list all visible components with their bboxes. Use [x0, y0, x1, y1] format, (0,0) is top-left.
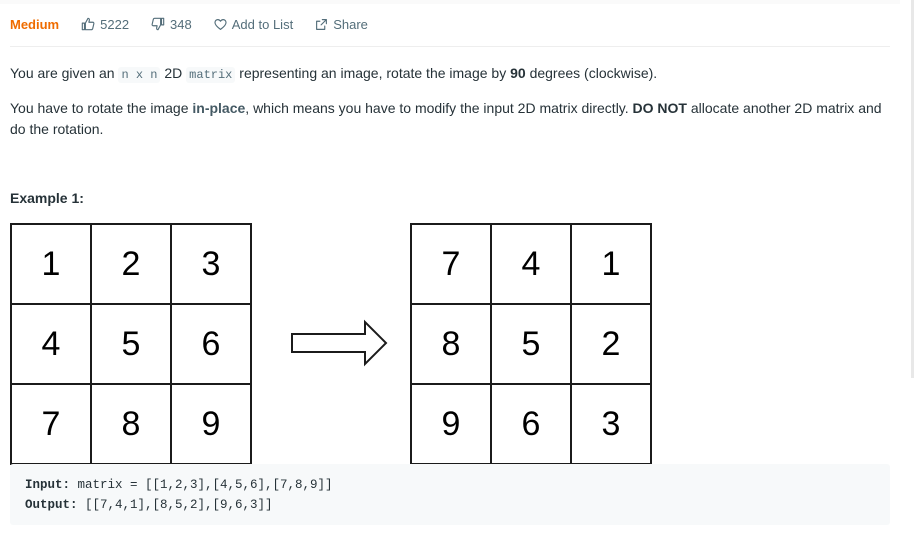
matrix-cell: 7 — [12, 385, 92, 465]
matrix-cell: 3 — [572, 385, 652, 465]
emphasis-90: 90 — [510, 65, 526, 81]
text: You have to rotate the image — [10, 100, 193, 116]
output-value: [[7,4,1],[8,5,2],[9,6,3]] — [77, 498, 273, 512]
likes-count: 5222 — [100, 16, 130, 32]
share-button[interactable]: Share — [315, 17, 368, 32]
matrix-row: 8 5 2 — [412, 305, 652, 385]
matrix-cell: 5 — [492, 305, 572, 385]
description-paragraph-2: You have to rotate the image in-place, w… — [10, 98, 890, 140]
share-label: Share — [333, 16, 368, 32]
dislike-button[interactable]: 348 — [151, 17, 192, 32]
matrix-row: 7 4 1 — [412, 225, 652, 305]
matrix-cell: 9 — [172, 385, 252, 465]
example-code-block: Input: matrix = [[1,2,3],[4,5,6],[7,8,9]… — [10, 464, 890, 525]
text: , which means you have to modify the inp… — [245, 100, 633, 116]
top-edge — [0, 0, 900, 4]
matrix-cell: 6 — [492, 385, 572, 465]
inline-code-matrix: matrix — [186, 67, 236, 83]
text: You are given an — [10, 65, 119, 81]
input-line: Input: matrix = [[1,2,3],[4,5,6],[7,8,9]… — [25, 478, 333, 492]
dislikes-count: 348 — [170, 16, 192, 32]
matrix-cell: 2 — [92, 225, 172, 305]
matrix-cell: 9 — [412, 385, 492, 465]
example-title: Example 1: — [10, 190, 84, 206]
matrix-cell: 4 — [12, 305, 92, 385]
matrix-row: 4 5 6 — [12, 305, 252, 385]
matrix-cell: 6 — [172, 305, 252, 385]
like-button[interactable]: 5222 — [81, 17, 129, 32]
matrix-cell: 8 — [92, 385, 172, 465]
difficulty-label: Medium — [10, 16, 60, 32]
add-to-list-label: Add to List — [231, 16, 294, 32]
matrix-row: 7 8 9 — [12, 385, 252, 465]
matrix-cell: 1 — [12, 225, 92, 305]
output-matrix-image: 7 4 1 8 5 2 9 6 3 — [410, 223, 652, 465]
description-paragraph-1: You are given an n x n 2D matrix represe… — [10, 63, 890, 86]
add-to-list-button[interactable]: Add to List — [214, 17, 293, 32]
matrix-cell: 5 — [92, 305, 172, 385]
in-place-link[interactable]: in-place — [192, 100, 245, 116]
thumbs-down-icon — [151, 17, 165, 31]
heart-icon — [214, 18, 227, 30]
right-arrow-icon — [291, 319, 388, 367]
problem-stats-bar: Medium 5222 348 Add to List Share — [10, 15, 390, 33]
input-matrix-image: 1 2 3 4 5 6 7 8 9 — [10, 223, 252, 465]
header-divider — [10, 46, 890, 47]
share-icon — [316, 18, 328, 30]
matrix-cell: 7 — [412, 225, 492, 305]
matrix-cell: 4 — [492, 225, 572, 305]
output-label: Output: — [25, 498, 78, 512]
thumbs-up-icon — [81, 17, 95, 31]
output-line: Output: [[7,4,1],[8,5,2],[9,6,3]] — [25, 498, 273, 512]
text: degrees (clockwise). — [525, 65, 658, 81]
input-value: matrix = [[1,2,3],[4,5,6],[7,8,9]] — [70, 478, 333, 492]
matrix-row: 1 2 3 — [12, 225, 252, 305]
inline-code-nxn: n x n — [118, 67, 161, 83]
matrix-cell: 3 — [172, 225, 252, 305]
input-label: Input: — [25, 478, 71, 492]
text: 2D — [160, 65, 187, 81]
matrix-cell: 8 — [412, 305, 492, 385]
matrix-cell: 2 — [572, 305, 652, 385]
text: representing an image, rotate the image … — [235, 65, 511, 81]
matrix-row: 9 6 3 — [412, 385, 652, 465]
emphasis-do-not: DO NOT — [632, 100, 687, 116]
matrix-cell: 1 — [572, 225, 652, 305]
